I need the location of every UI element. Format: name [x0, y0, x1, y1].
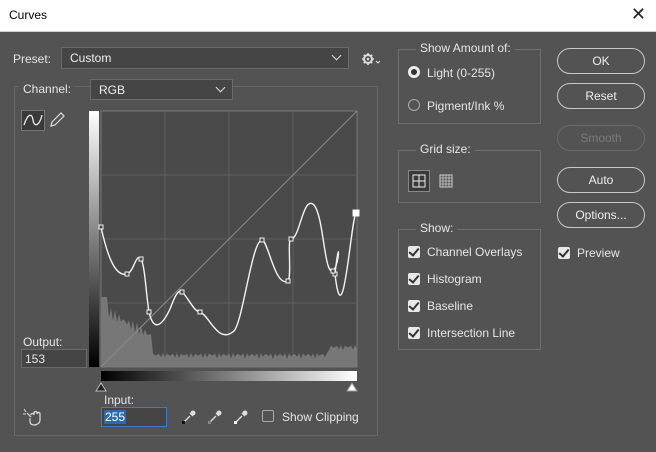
baseline-checkbox[interactable]	[408, 300, 420, 312]
channel-overlays-checkbox[interactable]	[408, 246, 420, 258]
light-label: Light (0-255)	[427, 66, 496, 80]
curve-point[interactable]	[138, 256, 144, 262]
intersection-line-label: Intersection Line	[427, 326, 516, 340]
curve-point[interactable]	[179, 289, 185, 295]
output-field[interactable]: 153	[21, 349, 87, 368]
curve-point[interactable]	[98, 224, 104, 230]
preview-label: Preview	[577, 246, 620, 260]
light-radio[interactable]	[408, 66, 420, 78]
preview-checkbox[interactable]	[558, 247, 570, 259]
pigment-label: Pigment/Ink %	[427, 99, 505, 113]
curve-point[interactable]	[146, 309, 152, 315]
grid-size-title: Grid size:	[416, 142, 475, 156]
baseline-label: Baseline	[427, 299, 474, 313]
curve-point-tool[interactable]	[21, 110, 45, 131]
preset-label: Preset:	[13, 52, 52, 66]
intersection-line-checkbox[interactable]	[408, 327, 420, 339]
input-field[interactable]: 255	[101, 407, 167, 427]
histogram-checkbox[interactable]	[408, 273, 420, 285]
detailed-grid-icon[interactable]	[436, 171, 456, 191]
show-clipping-checkbox[interactable]	[262, 410, 274, 422]
chevron-down-icon	[215, 82, 226, 93]
show-amount-title: Show Amount of:	[416, 41, 515, 55]
show-clipping-label: Show Clipping	[282, 410, 359, 424]
selected-curve-point[interactable]	[352, 209, 360, 217]
input-gradient-bar	[101, 371, 357, 381]
black-point-slider[interactable]	[95, 382, 107, 392]
pencil-icon[interactable]	[48, 111, 66, 129]
simple-grid-icon	[412, 174, 426, 188]
channel-value: RGB	[99, 83, 126, 97]
input-label: Input:	[104, 393, 135, 407]
close-icon[interactable]: ✕	[631, 4, 646, 25]
output-value: 153	[25, 352, 46, 366]
input-value: 255	[104, 410, 127, 424]
channel-overlays-label: Channel Overlays	[427, 245, 523, 259]
curve-point[interactable]	[124, 271, 130, 277]
options-button[interactable]: Options...	[557, 202, 645, 228]
pigment-radio[interactable]	[408, 99, 420, 111]
channel-dropdown[interactable]: RGB	[90, 79, 233, 100]
curve-point[interactable]	[197, 309, 203, 315]
channel-label: Channel:	[19, 82, 76, 96]
target-adjust-icon[interactable]	[22, 408, 46, 428]
reset-button[interactable]: Reset	[557, 83, 645, 109]
curve-point[interactable]	[285, 278, 291, 284]
black-eyedropper-icon[interactable]	[180, 408, 198, 426]
preset-dropdown[interactable]: Custom	[61, 47, 349, 69]
histogram-label: Histogram	[427, 272, 482, 286]
chevron-down-icon	[331, 50, 342, 61]
smooth-button[interactable]: Smooth	[557, 125, 645, 151]
white-eyedropper-icon[interactable]	[232, 408, 250, 426]
simple-grid-button[interactable]	[408, 170, 430, 192]
preset-value: Custom	[70, 51, 112, 65]
show-title: Show:	[416, 221, 458, 235]
curves-graph[interactable]	[88, 109, 360, 393]
gray-eyedropper-icon[interactable]	[206, 408, 224, 426]
curve-point[interactable]	[259, 237, 265, 243]
curve-point[interactable]	[288, 236, 294, 242]
curve-point[interactable]	[330, 268, 336, 274]
gear-icon[interactable]	[361, 52, 381, 66]
white-point-slider[interactable]	[346, 382, 358, 392]
curve-icon	[23, 114, 43, 126]
window-title: Curves	[9, 8, 48, 22]
ok-button[interactable]: OK	[557, 48, 645, 74]
auto-button[interactable]: Auto	[557, 167, 645, 193]
output-label: Output:	[23, 335, 63, 349]
output-gradient-bar	[89, 111, 99, 367]
title-bar: Curves ✕	[0, 0, 656, 32]
